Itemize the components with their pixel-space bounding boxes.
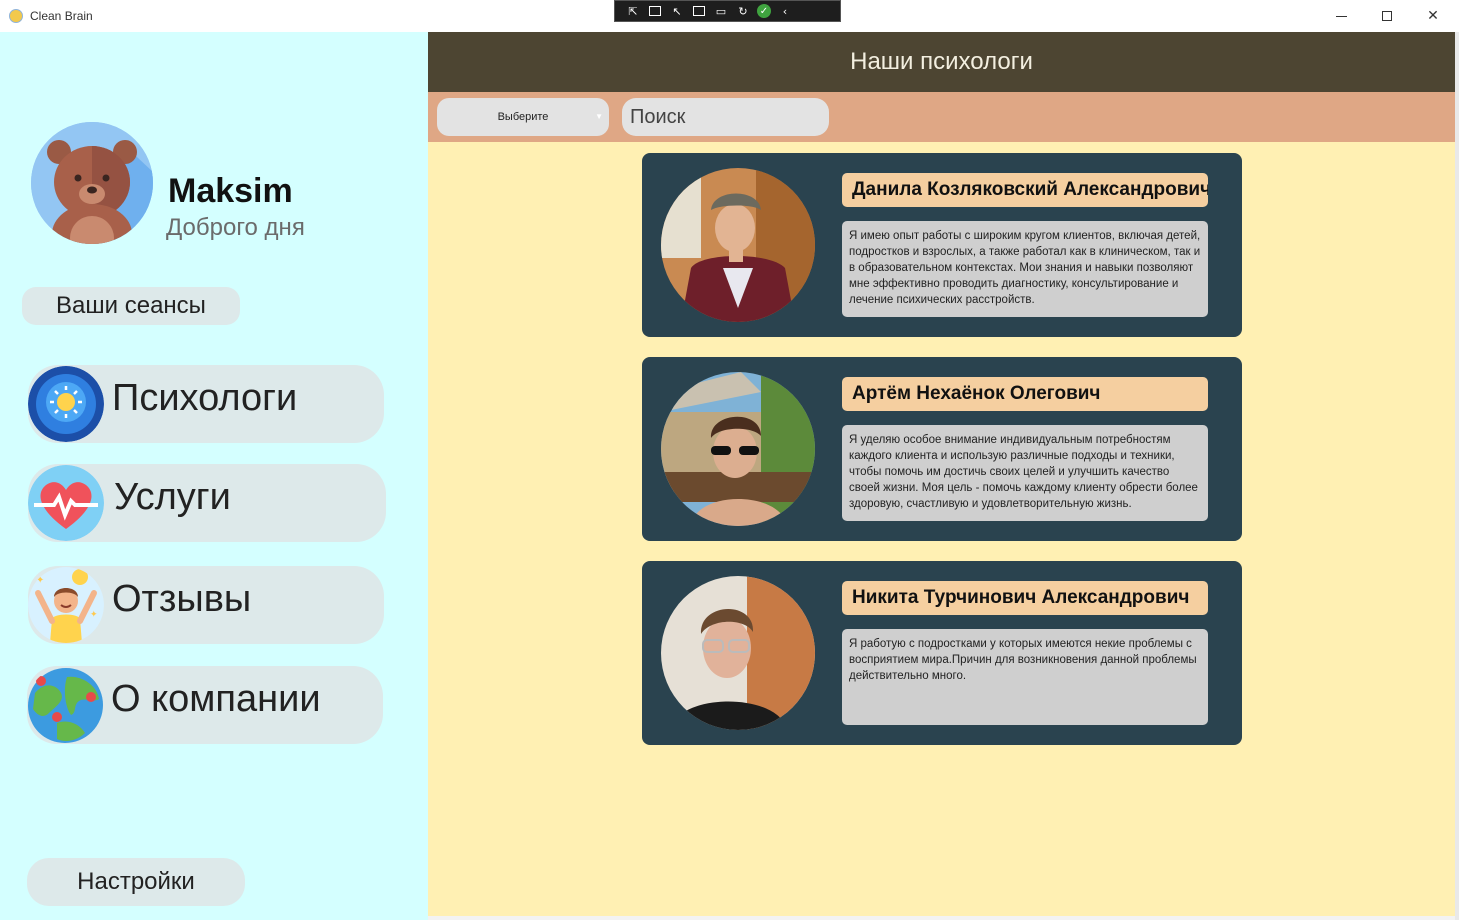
display-layout-icon[interactable]: ▭ <box>713 4 729 18</box>
psychologist-name: Данила Козляковский Александрович <box>842 173 1208 207</box>
nav-item-services[interactable]: Услуги <box>28 464 386 542</box>
maximize-icon <box>1382 11 1392 21</box>
your-sessions-button[interactable]: Ваши сеансы <box>22 287 240 325</box>
nav-label-psychologists: Психологи <box>112 377 298 419</box>
avatar <box>31 122 153 244</box>
psychologist-description: Я работую с подростками у которых имеютс… <box>842 629 1208 725</box>
greeting-text: Доброго дня <box>166 214 305 241</box>
search-input[interactable]: Поиск <box>622 98 829 136</box>
psychologist-photo <box>661 168 815 322</box>
category-select[interactable]: Выберите ▼ <box>437 98 609 136</box>
app-logo-icon <box>9 9 23 23</box>
globe-pins-icon <box>27 667 103 743</box>
heart-pulse-icon <box>28 465 104 541</box>
category-select-value: Выберите <box>497 111 549 123</box>
filter-bar: Выберите ▼ Поиск <box>428 92 1455 142</box>
maximize-button[interactable] <box>1364 0 1410 32</box>
pointer-icon[interactable]: ↖ <box>669 4 685 18</box>
window-title: Clean Brain <box>30 9 93 23</box>
close-icon: ✕ <box>1427 8 1439 24</box>
bear-avatar-icon <box>31 122 153 244</box>
settings-button[interactable]: Настройки <box>27 858 245 906</box>
psychologist-card[interactable]: Данила Козляковский Александрович Я имею… <box>642 153 1242 337</box>
psychologist-card[interactable]: Никита Турчинович Александрович Я работу… <box>642 561 1242 745</box>
layout-adorner-icon[interactable] <box>691 4 707 18</box>
psychologist-description: Я уделяю особое внимание индивидуальным … <box>842 425 1208 521</box>
psychologist-name: Артём Нехаёнок Олегович <box>842 377 1208 411</box>
page-title: Наши психологи <box>850 48 1033 75</box>
main-content: Наши психологи Выберите ▼ Поиск Данила К… <box>428 32 1455 916</box>
window-titlebar: Clean Brain ⇱ ↖ ▭ ↻ ✓ ‹ ✕ <box>0 0 1459 33</box>
psychologist-photo <box>661 372 815 526</box>
sidebar: Maksim Доброго дня Ваши сеансы Психологи <box>0 32 428 920</box>
brain-icon <box>28 366 104 442</box>
window-edge <box>1455 32 1459 920</box>
nav-label-services: Услуги <box>114 476 231 518</box>
hot-reload-icon[interactable]: ↻ <box>735 4 751 18</box>
debug-toolbar: ⇱ ↖ ▭ ↻ ✓ ‹ <box>614 0 841 22</box>
video-icon[interactable] <box>647 4 663 18</box>
collapse-chevron-icon[interactable]: ‹ <box>777 4 793 18</box>
check-icon[interactable]: ✓ <box>757 4 771 18</box>
minimize-icon <box>1335 15 1347 17</box>
psychologist-description: Я имею опыт работы с широким кругом клие… <box>842 221 1208 317</box>
minimize-button[interactable] <box>1318 0 1364 32</box>
svg-text:✦: ✦ <box>36 575 44 586</box>
psychologist-photo <box>661 576 815 730</box>
nav-label-reviews: Отзывы <box>112 578 252 620</box>
psychologist-name: Никита Турчинович Александрович <box>842 581 1208 615</box>
nav-label-about: О компании <box>111 678 321 720</box>
search-placeholder: Поиск <box>630 105 686 128</box>
nav-item-reviews[interactable]: ✦ ✦ Отзывы <box>28 566 384 644</box>
select-element-icon[interactable]: ⇱ <box>625 4 641 18</box>
close-button[interactable]: ✕ <box>1410 0 1456 32</box>
svg-text:✦: ✦ <box>90 610 98 620</box>
nav-item-psychologists[interactable]: Психологи <box>28 365 384 443</box>
dropdown-arrow-icon: ▼ <box>595 112 603 121</box>
nav-item-about[interactable]: О компании <box>27 666 383 744</box>
psychologist-card[interactable]: Артём Нехаёнок Олегович Я уделяю особое … <box>642 357 1242 541</box>
happy-person-icon: ✦ ✦ <box>28 567 104 643</box>
user-name: Maksim <box>168 172 293 210</box>
page-header: Наши психологи <box>428 32 1455 92</box>
